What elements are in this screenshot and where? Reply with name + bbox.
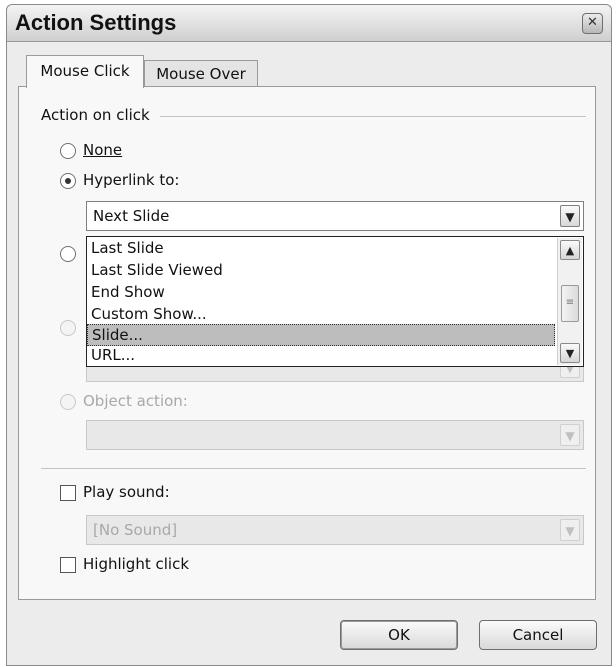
list-item[interactable]: Last Slide	[87, 238, 555, 260]
hyperlink-select[interactable]: Next Slide ▼	[86, 201, 584, 231]
tab-mouse-click[interactable]: Mouse Click	[26, 55, 144, 88]
scroll-up-icon[interactable]: ▲	[560, 240, 580, 260]
radio-selected-dot	[65, 178, 71, 184]
hyperlink-select-value: Next Slide	[93, 207, 170, 225]
dialog-title: Action Settings	[15, 10, 177, 35]
title-bar[interactable]: Action Settings ✕	[7, 5, 611, 42]
sound-select-value: [No Sound]	[93, 521, 178, 539]
list-item[interactable]: Custom Show...	[87, 304, 555, 326]
chevron-down-icon: ▼	[560, 519, 580, 541]
action-on-click-label: Action on click	[41, 106, 150, 124]
object-action-label: Object action:	[83, 392, 188, 410]
list-item[interactable]: URL...	[87, 345, 555, 367]
tab-mouse-over[interactable]: Mouse Over	[144, 60, 258, 87]
group-divider	[160, 116, 586, 117]
hidden-disabled-option-radio	[60, 320, 76, 336]
ok-button[interactable]: OK	[340, 620, 458, 650]
hidden-option-radio[interactable]	[60, 246, 76, 262]
highlight-click-checkbox[interactable]	[60, 557, 76, 573]
highlight-click-label[interactable]: Highlight click	[83, 555, 189, 573]
object-action-radio	[60, 394, 76, 410]
scroll-grip-icon[interactable]: ≡	[561, 285, 579, 322]
close-icon[interactable]: ✕	[582, 13, 603, 34]
chevron-down-icon: ▼	[560, 424, 580, 446]
scroll-down-icon[interactable]: ▼	[560, 343, 580, 363]
play-sound-label[interactable]: Play sound:	[83, 483, 170, 501]
hyperlink-dropdown-list[interactable]: Last Slide Last Slide Viewed End Show Cu…	[86, 236, 584, 367]
tab-label: Mouse Over	[156, 65, 246, 83]
play-sound-checkbox[interactable]	[60, 485, 76, 501]
list-item[interactable]: Last Slide Viewed	[87, 260, 555, 282]
dropdown-scrollbar[interactable]: ▲ ≡ ▼	[557, 238, 582, 365]
section-divider	[41, 468, 586, 469]
list-item[interactable]: End Show	[87, 282, 555, 304]
hyperlink-label[interactable]: Hyperlink to:	[83, 171, 179, 189]
object-action-select: ▼	[86, 420, 584, 450]
none-radio[interactable]	[60, 143, 76, 159]
none-label[interactable]: None	[83, 141, 122, 159]
list-item-selected[interactable]: Slide...	[87, 324, 555, 346]
cancel-button[interactable]: Cancel	[479, 620, 597, 650]
tab-label: Mouse Click	[40, 62, 130, 80]
hyperlink-radio[interactable]	[60, 173, 76, 189]
sound-select: [No Sound] ▼	[86, 515, 584, 545]
chevron-down-icon[interactable]: ▼	[560, 205, 580, 227]
